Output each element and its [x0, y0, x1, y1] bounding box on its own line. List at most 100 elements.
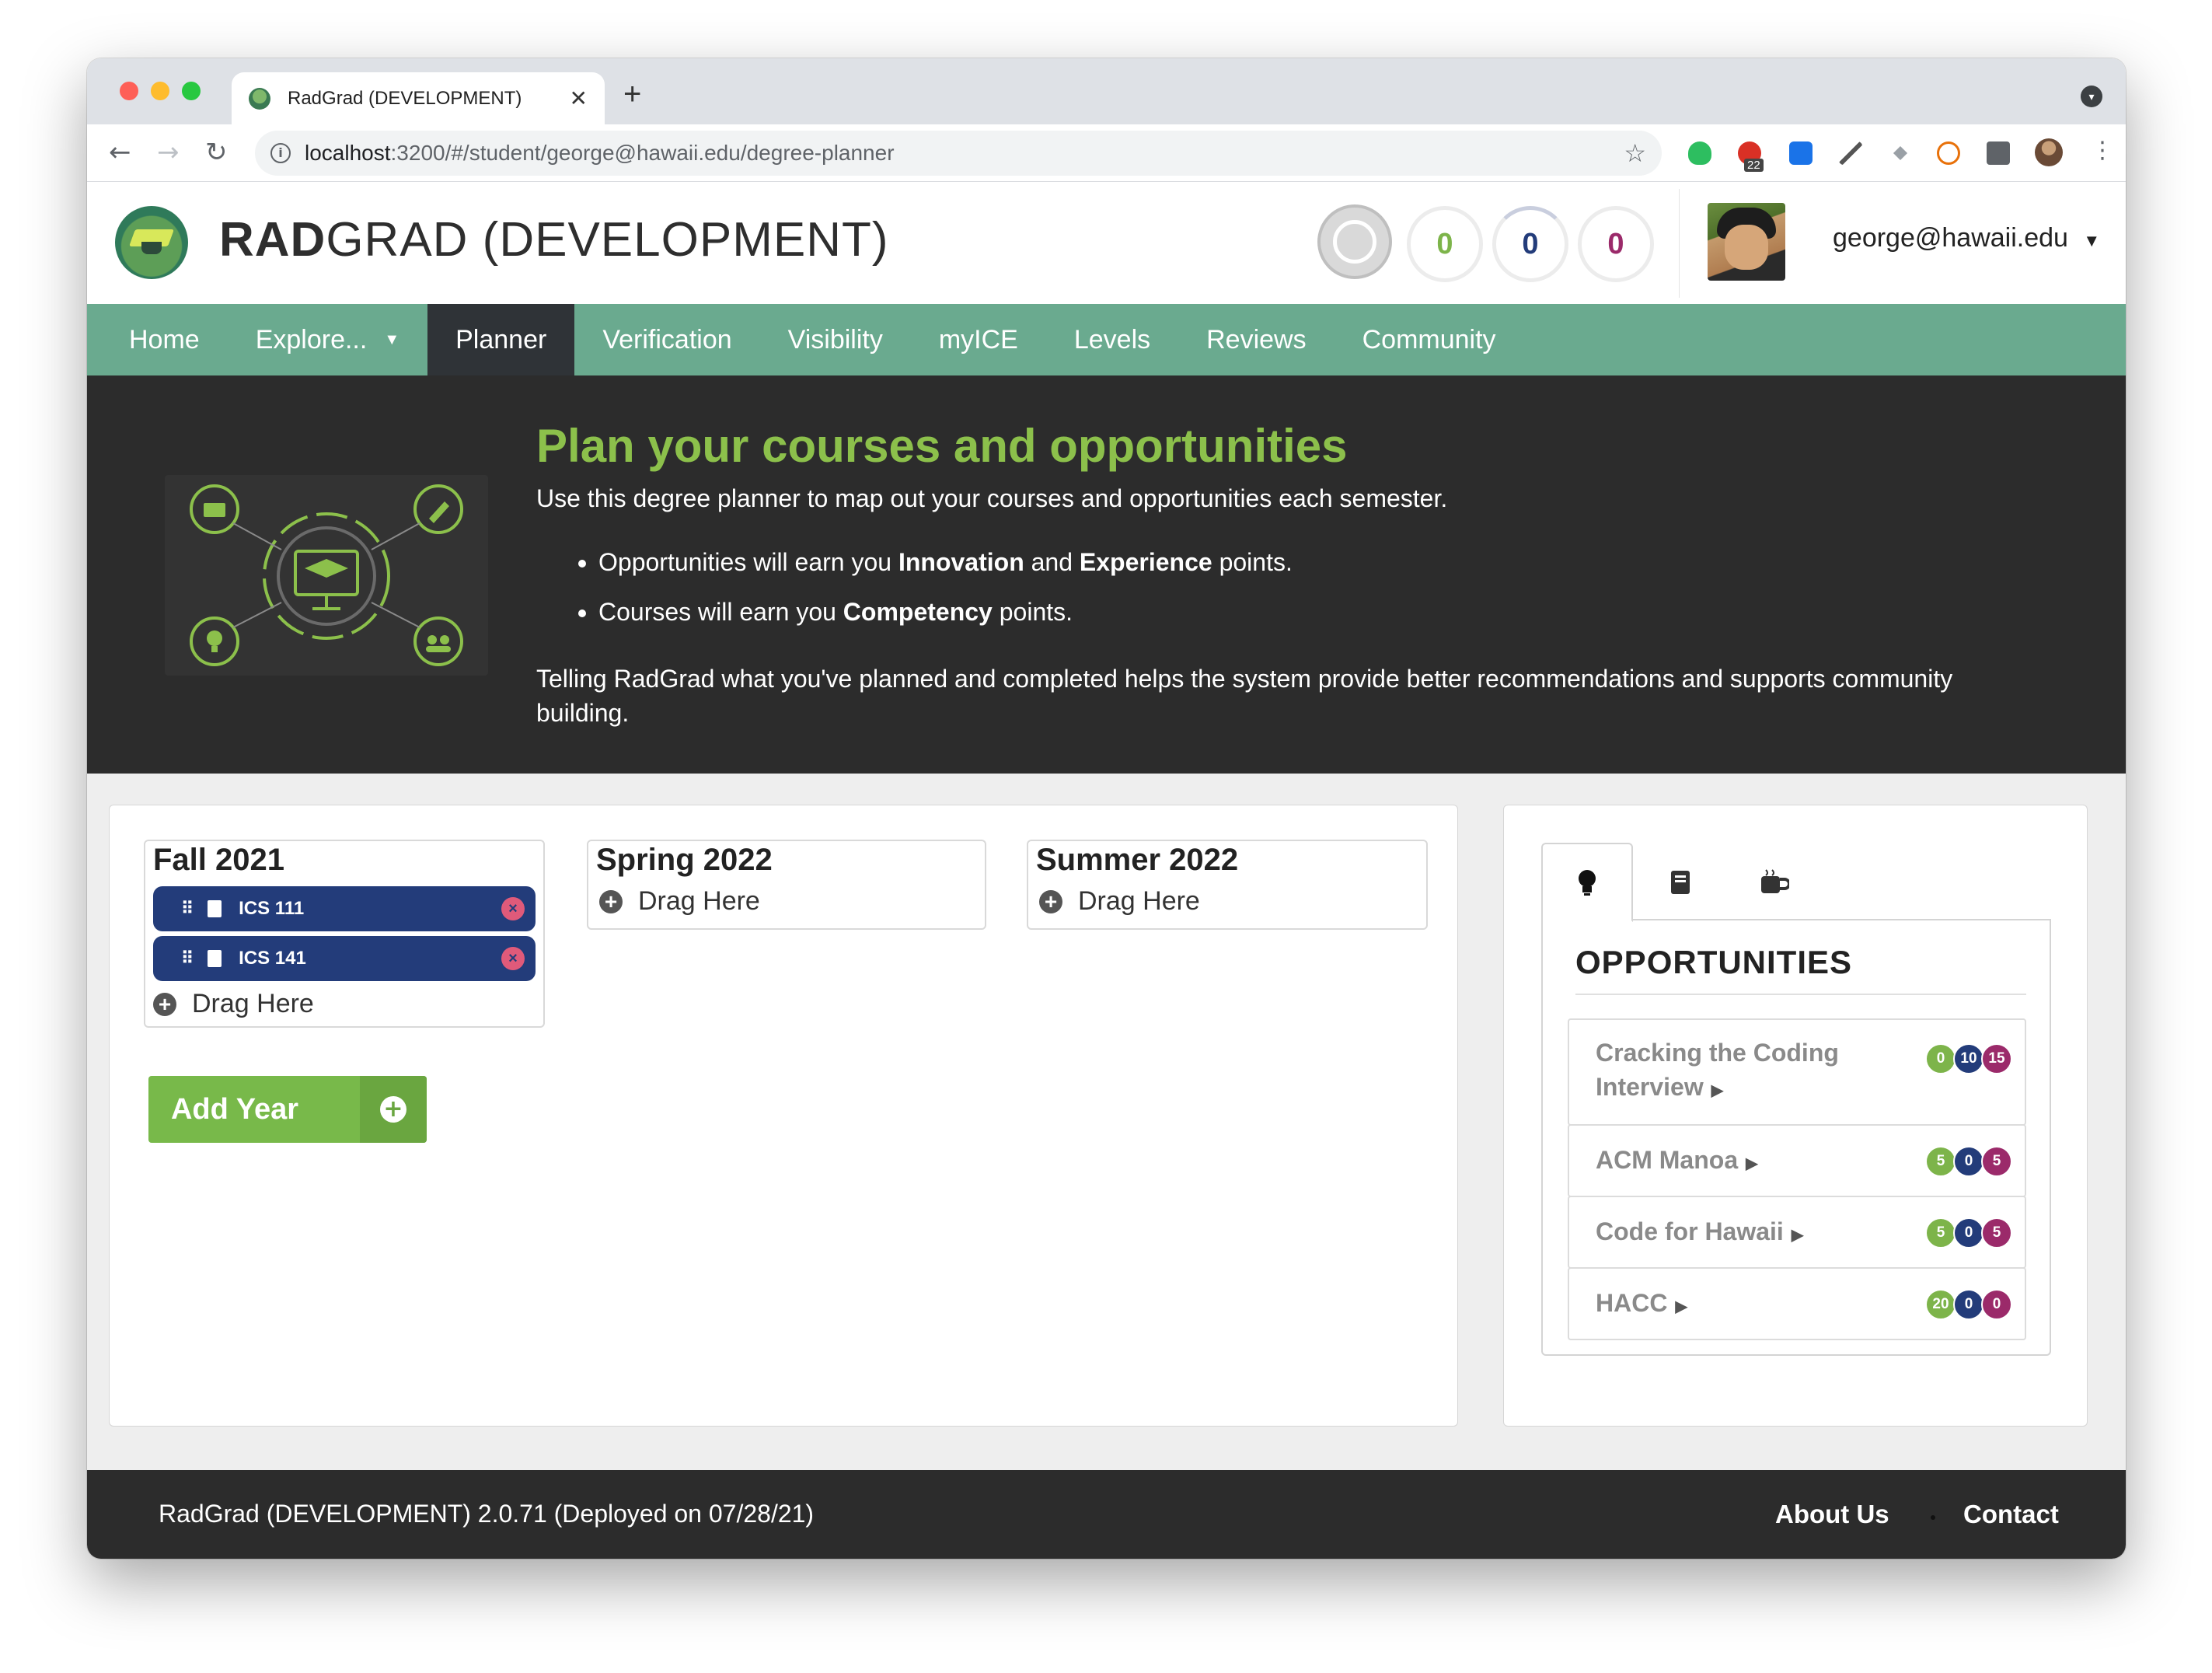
browser-menu-icon[interactable]: ⋮	[2091, 137, 2114, 164]
opportunity-item[interactable]: Code for Hawaii ▶ 5 0 5	[1568, 1196, 2026, 1269]
caret-right-icon: ▶	[1791, 1227, 1804, 1244]
experience-badge: 0	[1981, 1289, 2012, 1320]
planner-banner: Plan your courses and opportunities Use …	[87, 375, 2126, 774]
about-us-link[interactable]: About Us	[1775, 1500, 1889, 1529]
ice-progress-gear-icon[interactable]	[1317, 204, 1392, 279]
radgrad-logo-icon[interactable]	[115, 206, 188, 279]
experience-points[interactable]: 0	[1578, 206, 1654, 282]
footer-separator	[1931, 1515, 1935, 1520]
evernote-extension-icon[interactable]	[1688, 141, 1711, 165]
tab-search-icon[interactable]: ▾	[2081, 86, 2102, 107]
tab-opportunities[interactable]	[1541, 843, 1633, 922]
opportunity-name[interactable]: Code for Hawaii ▶	[1596, 1214, 1803, 1252]
user-avatar[interactable]	[1708, 203, 1785, 281]
back-icon[interactable]: ←	[109, 137, 131, 168]
drag-here-dropzone[interactable]: + Drag Here	[1039, 886, 1200, 917]
innovation-badge: 20	[1925, 1289, 1956, 1320]
tab-strip: RadGrad (DEVELOPMENT) ✕ + ▾	[87, 58, 2126, 124]
nav-reviews[interactable]: Reviews	[1178, 304, 1334, 375]
opportunity-item[interactable]: Cracking the Coding Interview ▶ 0 10 15	[1568, 1018, 2026, 1126]
tab-title: RadGrad (DEVELOPMENT)	[288, 87, 522, 109]
caret-right-icon: ▶	[1746, 1155, 1758, 1172]
forward-icon[interactable]: →	[157, 137, 180, 168]
competency-badge: 0	[1953, 1146, 1984, 1177]
nav-visibility[interactable]: Visibility	[760, 304, 911, 375]
user-menu-dropdown[interactable]: george@hawaii.edu ▼	[1833, 223, 2100, 253]
ice-badges: 0 10 15	[1925, 1043, 2012, 1074]
extensions-puzzle-icon[interactable]	[1987, 141, 2010, 165]
nav-verification[interactable]: Verification	[574, 304, 759, 375]
reload-icon[interactable]: ↻	[205, 137, 228, 168]
banner-bullet-opportunities: Opportunities will earn you Innovation a…	[598, 545, 1293, 579]
drag-here-dropzone[interactable]: + Drag Here	[599, 886, 760, 917]
banner-outro: Telling RadGrad what you've planned and …	[536, 665, 1953, 727]
new-tab-icon[interactable]: +	[623, 77, 641, 112]
nav-levels[interactable]: Levels	[1046, 304, 1178, 375]
drag-handle-icon[interactable]: ⠿	[181, 899, 194, 919]
heading-divider	[1575, 994, 2026, 995]
profile-avatar-icon[interactable]	[2035, 138, 2063, 166]
nav-myice[interactable]: myICE	[911, 304, 1046, 375]
competency-badge: 0	[1953, 1217, 1984, 1249]
tab-courses[interactable]	[1635, 843, 1726, 922]
course-pill-ics111[interactable]: ⠿ ICS 111 ×	[153, 886, 536, 931]
orange-extension-icon[interactable]	[1937, 141, 1960, 165]
ice-badges: 20 0 0	[1925, 1289, 2012, 1320]
innovation-badge: 5	[1925, 1146, 1956, 1177]
add-year-button[interactable]: Add Year +	[148, 1076, 427, 1143]
address-bar[interactable]: i localhost:3200/#/student/george@hawaii…	[255, 131, 1662, 176]
radgrad-favicon-icon	[249, 87, 270, 110]
innovation-badge: 5	[1925, 1217, 1956, 1249]
site-info-icon[interactable]: i	[270, 143, 291, 163]
s-extension-icon[interactable]	[1789, 141, 1813, 165]
opportunity-item[interactable]: HACC ▶ 20 0 0	[1568, 1267, 2026, 1340]
contact-link[interactable]: Contact	[1963, 1500, 2059, 1529]
nav-planner[interactable]: Planner	[427, 304, 575, 375]
minimize-window-button[interactable]	[151, 82, 169, 100]
header-divider	[1679, 189, 1680, 298]
main-nav: Home Explore... ▼ Planner Verification V…	[87, 304, 2126, 375]
competency-badge: 10	[1953, 1043, 1984, 1074]
course-label: ICS 141	[239, 948, 306, 969]
add-year-label: Add Year	[170, 1092, 299, 1126]
url-text[interactable]: localhost:3200/#/student/george@hawaii.e…	[305, 141, 895, 166]
semester-summer-2022[interactable]: Summer 2022 + Drag Here	[1027, 840, 1428, 930]
nav-home[interactable]: Home	[87, 304, 228, 375]
innovation-points[interactable]: 0	[1407, 206, 1483, 282]
dropbox-extension-icon[interactable]	[1887, 140, 1914, 166]
tab-coffee[interactable]	[1728, 843, 1819, 922]
nav-explore[interactable]: Explore... ▼	[228, 304, 427, 375]
degree-planner-illustration	[165, 475, 488, 676]
course-pill-ics141[interactable]: ⠿ ICS 141 ×	[153, 936, 536, 981]
plus-circle-icon: +	[153, 992, 176, 1016]
nav-community[interactable]: Community	[1335, 304, 1524, 375]
bookmark-star-icon[interactable]: ☆	[1624, 138, 1646, 168]
lightbulb-icon	[1579, 870, 1596, 896]
browser-window: RadGrad (DEVELOPMENT) ✕ + ▾ ← → ↻ i loca…	[87, 58, 2126, 1559]
opportunity-item[interactable]: ACM Manoa ▶ 5 0 5	[1568, 1124, 2026, 1197]
user-email: george@hawaii.edu	[1833, 223, 2068, 253]
remove-course-icon[interactable]: ×	[501, 947, 525, 970]
caret-right-icon: ▶	[1675, 1298, 1687, 1315]
maximize-window-button[interactable]	[182, 82, 201, 100]
browser-tab[interactable]: RadGrad (DEVELOPMENT) ✕	[232, 72, 605, 124]
competency-points[interactable]: 0	[1492, 206, 1568, 282]
semester-spring-2022[interactable]: Spring 2022 + Drag Here	[587, 840, 986, 930]
competency-badge: 0	[1953, 1289, 1984, 1320]
semester-fall-2021[interactable]: Fall 2021 ⠿ ICS 111 × ⠿ ICS 141 × + Drag…	[144, 840, 545, 1028]
drag-here-dropzone[interactable]: + Drag Here	[153, 989, 314, 1019]
remove-course-icon[interactable]: ×	[501, 897, 525, 920]
drag-handle-icon[interactable]: ⠿	[181, 948, 194, 969]
opportunity-name[interactable]: HACC ▶	[1596, 1286, 1687, 1324]
semester-title: Fall 2021	[153, 843, 285, 877]
drag-here-label: Drag Here	[1078, 886, 1200, 916]
opportunity-name[interactable]: ACM Manoa ▶	[1596, 1143, 1758, 1181]
plus-circle-icon: +	[1039, 889, 1062, 913]
semester-title: Summer 2022	[1036, 843, 1239, 877]
ice-badges: 5 0 5	[1925, 1146, 2012, 1177]
plus-circle-icon: +	[360, 1076, 427, 1143]
opportunity-name[interactable]: Cracking the Coding Interview ▶	[1596, 1036, 1839, 1108]
close-tab-icon[interactable]: ✕	[570, 86, 588, 111]
close-window-button[interactable]	[120, 82, 138, 100]
eyedropper-extension-icon[interactable]	[1839, 141, 1862, 165]
